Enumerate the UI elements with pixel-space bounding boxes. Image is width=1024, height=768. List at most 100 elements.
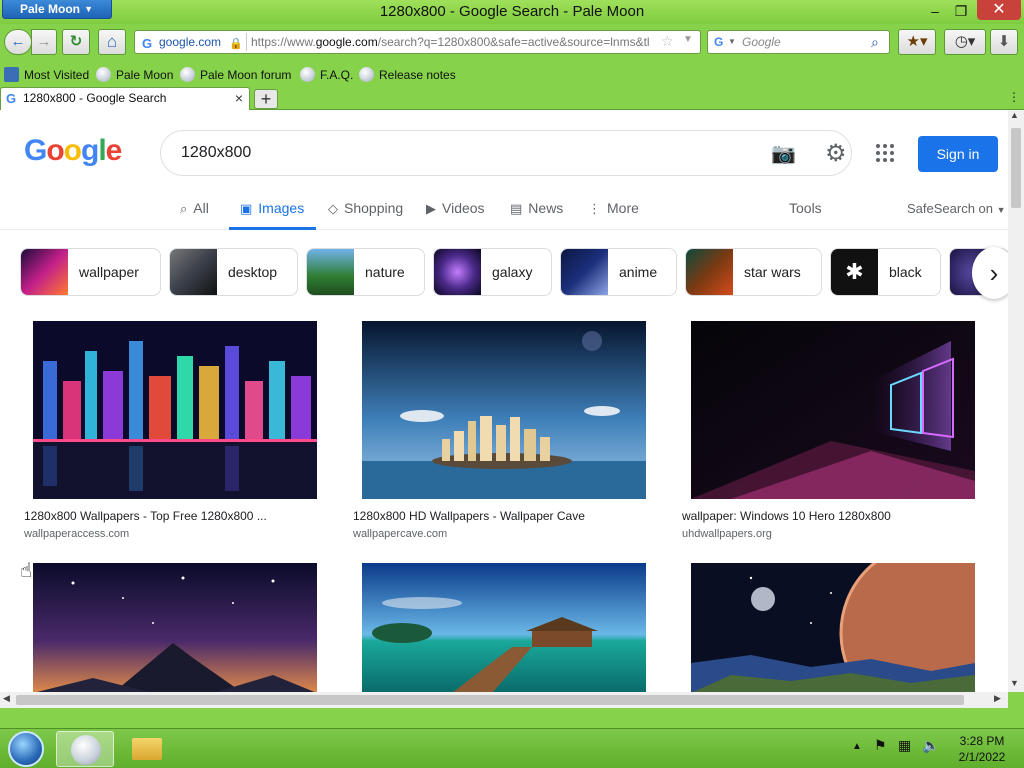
- taskbar-pale-moon[interactable]: [56, 731, 114, 767]
- bookmark-faq[interactable]: F.A.Q.: [300, 67, 353, 83]
- result-thumbnail[interactable]: [691, 563, 975, 692]
- tab-news[interactable]: ▤ News: [510, 192, 563, 230]
- pale-moon-icon: [96, 67, 111, 82]
- tab-shopping[interactable]: ◇ Shopping: [328, 192, 403, 230]
- back-button[interactable]: ←: [4, 29, 32, 55]
- horizontal-scrollbar[interactable]: ◀ ▶: [0, 692, 1008, 708]
- image-result[interactable]: wallpaper: Windows 10 Hero 1280x800 uhdw…: [678, 321, 986, 541]
- bookmark-pale-moon-forum[interactable]: Pale Moon forum: [180, 67, 291, 83]
- image-result[interactable]: [349, 563, 657, 692]
- system-clock[interactable]: 3:28 PM 2/1/2022: [952, 733, 1012, 765]
- home-button[interactable]: ⌂: [98, 29, 126, 55]
- result-thumbnail[interactable]: [362, 321, 646, 499]
- tab-videos[interactable]: ▶ Videos: [426, 192, 485, 230]
- tab-all[interactable]: ⌕ All: [180, 192, 209, 230]
- tab-images[interactable]: ▣ Images: [229, 192, 316, 230]
- downloads-button[interactable]: ⬇: [990, 29, 1018, 55]
- start-button[interactable]: [8, 731, 44, 767]
- url-dropdown-icon[interactable]: ▼: [683, 34, 693, 45]
- image-result[interactable]: [678, 563, 986, 692]
- chip-wallpaper[interactable]: wallpaper: [20, 248, 161, 296]
- safesearch-toggle[interactable]: SafeSearch on ▼: [907, 192, 1006, 227]
- scroll-right-icon[interactable]: ▶: [994, 693, 1001, 704]
- search-engine-box[interactable]: G ▼ Google ⌕: [707, 30, 890, 54]
- action-center-flag-icon[interactable]: ⚑: [874, 737, 887, 754]
- google-apps-icon[interactable]: [876, 144, 894, 162]
- result-thumbnail[interactable]: [691, 321, 975, 499]
- gear-icon[interactable]: ⚙: [825, 139, 847, 168]
- logo-letter: e: [105, 134, 123, 167]
- result-title[interactable]: wallpaper: Windows 10 Hero 1280x800: [682, 509, 891, 523]
- forward-button[interactable]: →: [31, 29, 57, 55]
- camera-icon[interactable]: 📷: [771, 141, 796, 166]
- bookmark-pale-moon[interactable]: Pale Moon: [96, 67, 173, 83]
- sign-in-button[interactable]: Sign in: [918, 136, 998, 172]
- bookmark-label: Pale Moon forum: [200, 68, 292, 82]
- chip-label: wallpaper: [79, 264, 139, 280]
- result-thumbnail[interactable]: [33, 563, 317, 692]
- chip-anime[interactable]: anime: [560, 248, 677, 296]
- scroll-up-icon[interactable]: ▲: [1010, 110, 1019, 120]
- image-result[interactable]: 1280x800 HD Wallpapers - Wallpaper Cave …: [349, 321, 657, 541]
- network-icon[interactable]: ▦: [898, 737, 911, 754]
- logo-letter: G: [24, 134, 47, 167]
- pale-moon-icon: [180, 67, 195, 82]
- chip-label: anime: [619, 264, 658, 280]
- result-source[interactable]: wallpapercave.com: [353, 528, 447, 540]
- bookmark-release-notes[interactable]: Release notes: [359, 67, 456, 83]
- result-title[interactable]: 1280x800 Wallpapers - Top Free 1280x800 …: [24, 509, 267, 523]
- result-thumbnail[interactable]: [33, 321, 317, 499]
- bookmark-label: Pale Moon: [116, 68, 174, 82]
- bookmark-star-icon[interactable]: ☆: [661, 33, 674, 50]
- site-identity-button[interactable]: G google.com 🔒: [137, 33, 247, 51]
- vertical-scrollbar[interactable]: ▲ ▼: [1008, 110, 1024, 692]
- result-title[interactable]: 1280x800 HD Wallpapers - Wallpaper Cave: [353, 509, 585, 523]
- scroll-down-icon[interactable]: ▼: [1010, 678, 1019, 688]
- chip-thumbnail: [307, 249, 354, 295]
- engine-dropdown-icon[interactable]: ▼: [728, 31, 736, 53]
- minimize-button[interactable]: –: [924, 0, 946, 22]
- close-window-button[interactable]: ✕: [977, 0, 1021, 20]
- home-icon: ⌂: [106, 32, 118, 51]
- taskbar-file-explorer[interactable]: [118, 731, 176, 767]
- chevron-right-icon[interactable]: ›: [972, 247, 1008, 299]
- result-source[interactable]: wallpaperaccess.com: [24, 528, 129, 540]
- url-bar[interactable]: G google.com 🔒 https://www.google.com/se…: [134, 30, 701, 54]
- chip-galaxy[interactable]: galaxy: [433, 248, 552, 296]
- bookmark-most-visited[interactable]: Most Visited: [4, 67, 89, 83]
- scroll-left-icon[interactable]: ◀: [3, 693, 10, 704]
- chip-desktop[interactable]: desktop: [169, 248, 298, 296]
- hand-cursor-icon: ☝: [20, 560, 33, 582]
- url-text[interactable]: https://www.google.com/search?q=1280x800…: [251, 31, 661, 53]
- google-logo[interactable]: Google: [24, 134, 123, 168]
- result-thumbnail[interactable]: [362, 563, 646, 692]
- image-result[interactable]: 1280x800 Wallpapers - Top Free 1280x800 …: [20, 321, 328, 541]
- tab-list-icon[interactable]: ⋮⋮: [1008, 90, 1024, 104]
- vertical-scroll-thumb[interactable]: [1011, 128, 1021, 208]
- chip-star-wars[interactable]: star wars: [685, 248, 822, 296]
- tab-google-search[interactable]: G 1280x800 - Google Search ×: [0, 87, 250, 110]
- safesearch-label: SafeSearch on: [907, 201, 994, 216]
- tray-expand-icon[interactable]: ▲: [852, 741, 862, 752]
- search-input[interactable]: 1280x800 📷 ⚙: [160, 130, 852, 176]
- play-icon: ▶: [426, 201, 436, 216]
- tab-label: More: [607, 200, 639, 216]
- horizontal-scroll-thumb[interactable]: [16, 695, 964, 705]
- chip-nature[interactable]: nature: [306, 248, 425, 296]
- app-menu-button[interactable]: Pale Moon ▼: [2, 0, 112, 19]
- result-source[interactable]: uhdwallpapers.org: [682, 528, 772, 540]
- google-favicon-icon: G: [142, 36, 153, 51]
- volume-muted-icon[interactable]: 🔈: [922, 737, 939, 754]
- chip-black[interactable]: ✱ black: [830, 248, 941, 296]
- reload-button[interactable]: ↻: [62, 29, 90, 55]
- image-result[interactable]: [20, 563, 328, 692]
- maximize-button[interactable]: ❐: [950, 0, 972, 22]
- close-tab-icon[interactable]: ×: [235, 88, 243, 109]
- search-icon[interactable]: ⌕: [871, 31, 879, 53]
- history-button[interactable]: ◷▾: [944, 29, 986, 55]
- tools-button[interactable]: Tools: [789, 192, 822, 224]
- new-tab-button[interactable]: +: [254, 89, 278, 109]
- tab-more[interactable]: ⋮ More: [588, 192, 639, 230]
- bookmarks-menu-button[interactable]: ★▾: [898, 29, 936, 55]
- app-menu-label: Pale Moon: [20, 2, 81, 16]
